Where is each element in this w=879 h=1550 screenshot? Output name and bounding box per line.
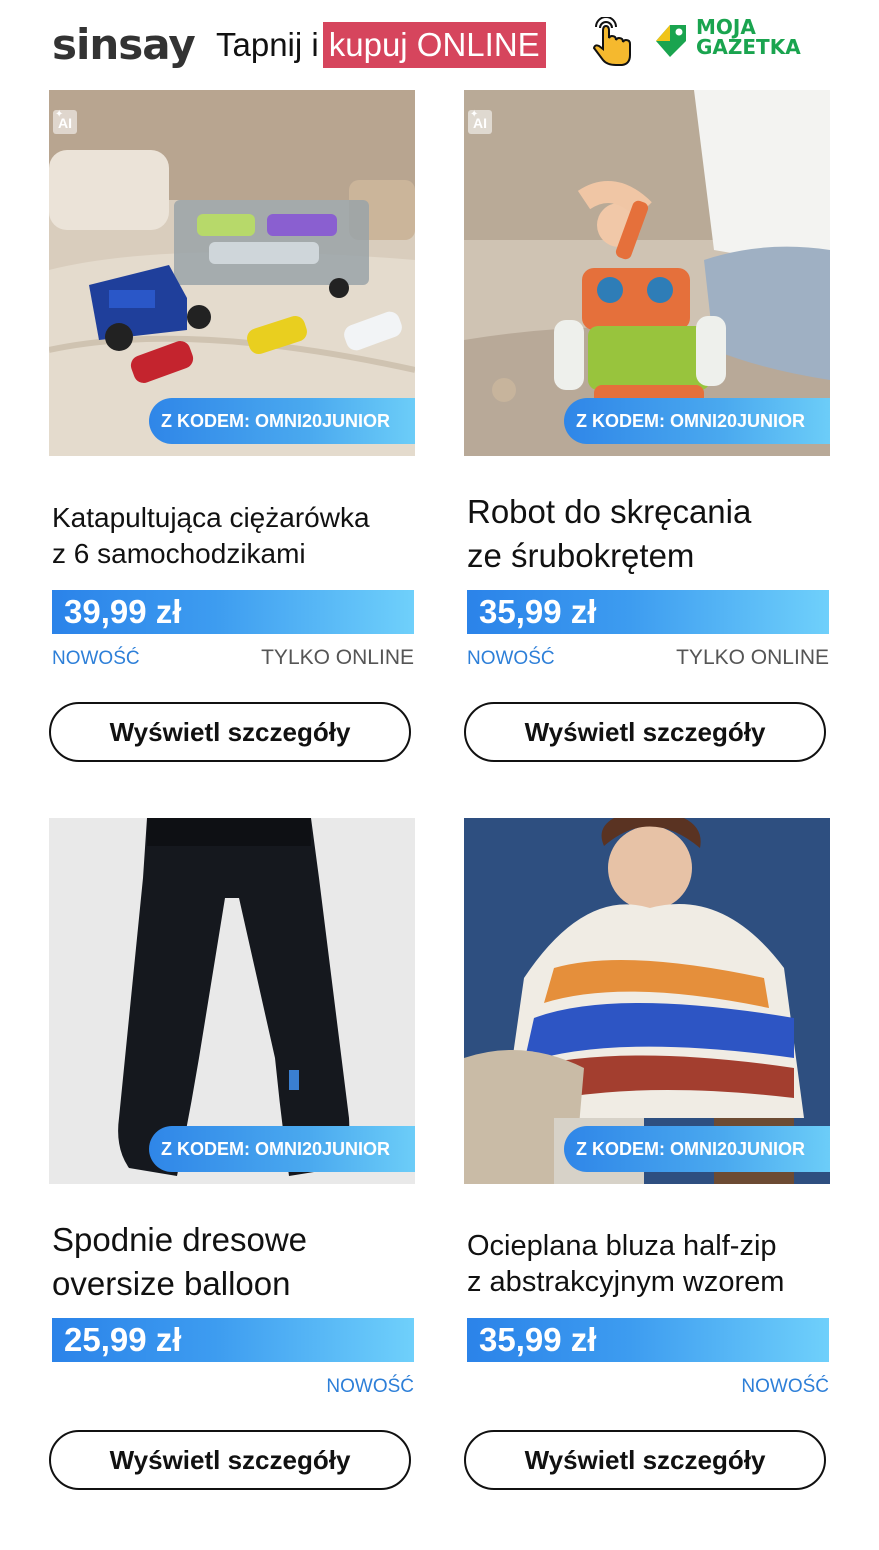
new-badge: NOWOŚĆ [326,1376,414,1397]
header: sinsay Tapnij i kupuj ONLINE MOJA GAZETK… [0,0,879,90]
view-details-button[interactable]: Wyświetl szczegóły [49,702,411,762]
product-price: 35,99 zł [467,1318,829,1362]
product-price: 35,99 zł [467,590,829,634]
new-badge: NOWOŚĆ [52,648,140,669]
tagline[interactable]: Tapnij i kupuj ONLINE [216,21,546,69]
promo-code-label: Z KODEM: OMNI20JUNIOR [564,398,830,444]
product-price: 25,99 zł [52,1318,414,1362]
product-price: 39,99 zł [52,590,414,634]
price-tag-icon [656,25,686,57]
tagline-highlight: kupuj ONLINE [322,22,546,68]
ai-badge: ✦ AI [53,109,77,134]
view-details-button[interactable]: Wyświetl szczegóły [49,1430,411,1490]
partner-name: MOJA GAZETKA [696,15,801,59]
tap-hand-icon [592,17,631,66]
online-only-badge: TYLKO ONLINE [261,646,414,669]
product-image[interactable]: Z KODEM: OMNI20JUNIOR [49,818,415,1184]
ai-badge: ✦ AI [468,109,492,134]
promo-code-label: Z KODEM: OMNI20JUNIOR [149,398,415,444]
product-title[interactable]: Robot do skręcania ze śrubokrętem [467,490,827,578]
new-badge: NOWOŚĆ [741,1376,829,1397]
product-image[interactable]: ✦ AI Z KODEM: OMNI20JUNIOR [464,90,830,456]
tagline-plain: Tapnij i [216,26,319,63]
product-title[interactable]: Spodnie dresowe oversize balloon [52,1218,412,1306]
product-title[interactable]: Katapultująca ciężarówka z 6 samochodzik… [52,500,412,572]
promo-code-label: Z KODEM: OMNI20JUNIOR [149,1126,415,1172]
new-badge: NOWOŚĆ [467,648,555,669]
promo-code-label: Z KODEM: OMNI20JUNIOR [564,1126,830,1172]
view-details-button[interactable]: Wyświetl szczegóły [464,702,826,762]
product-image[interactable]: ✦ AI Z KODEM: OMNI20JUNIOR [49,90,415,456]
online-only-badge: TYLKO ONLINE [676,646,829,669]
moja-gazetka-logo[interactable]: MOJA GAZETKA [652,17,832,67]
product-image[interactable]: Z KODEM: OMNI20JUNIOR [464,818,830,1184]
sinsay-logo[interactable]: sinsay [52,22,196,68]
view-details-button[interactable]: Wyświetl szczegóły [464,1430,826,1490]
product-title[interactable]: Ocieplana bluza half-zip z abstrakcyjnym… [467,1228,827,1300]
